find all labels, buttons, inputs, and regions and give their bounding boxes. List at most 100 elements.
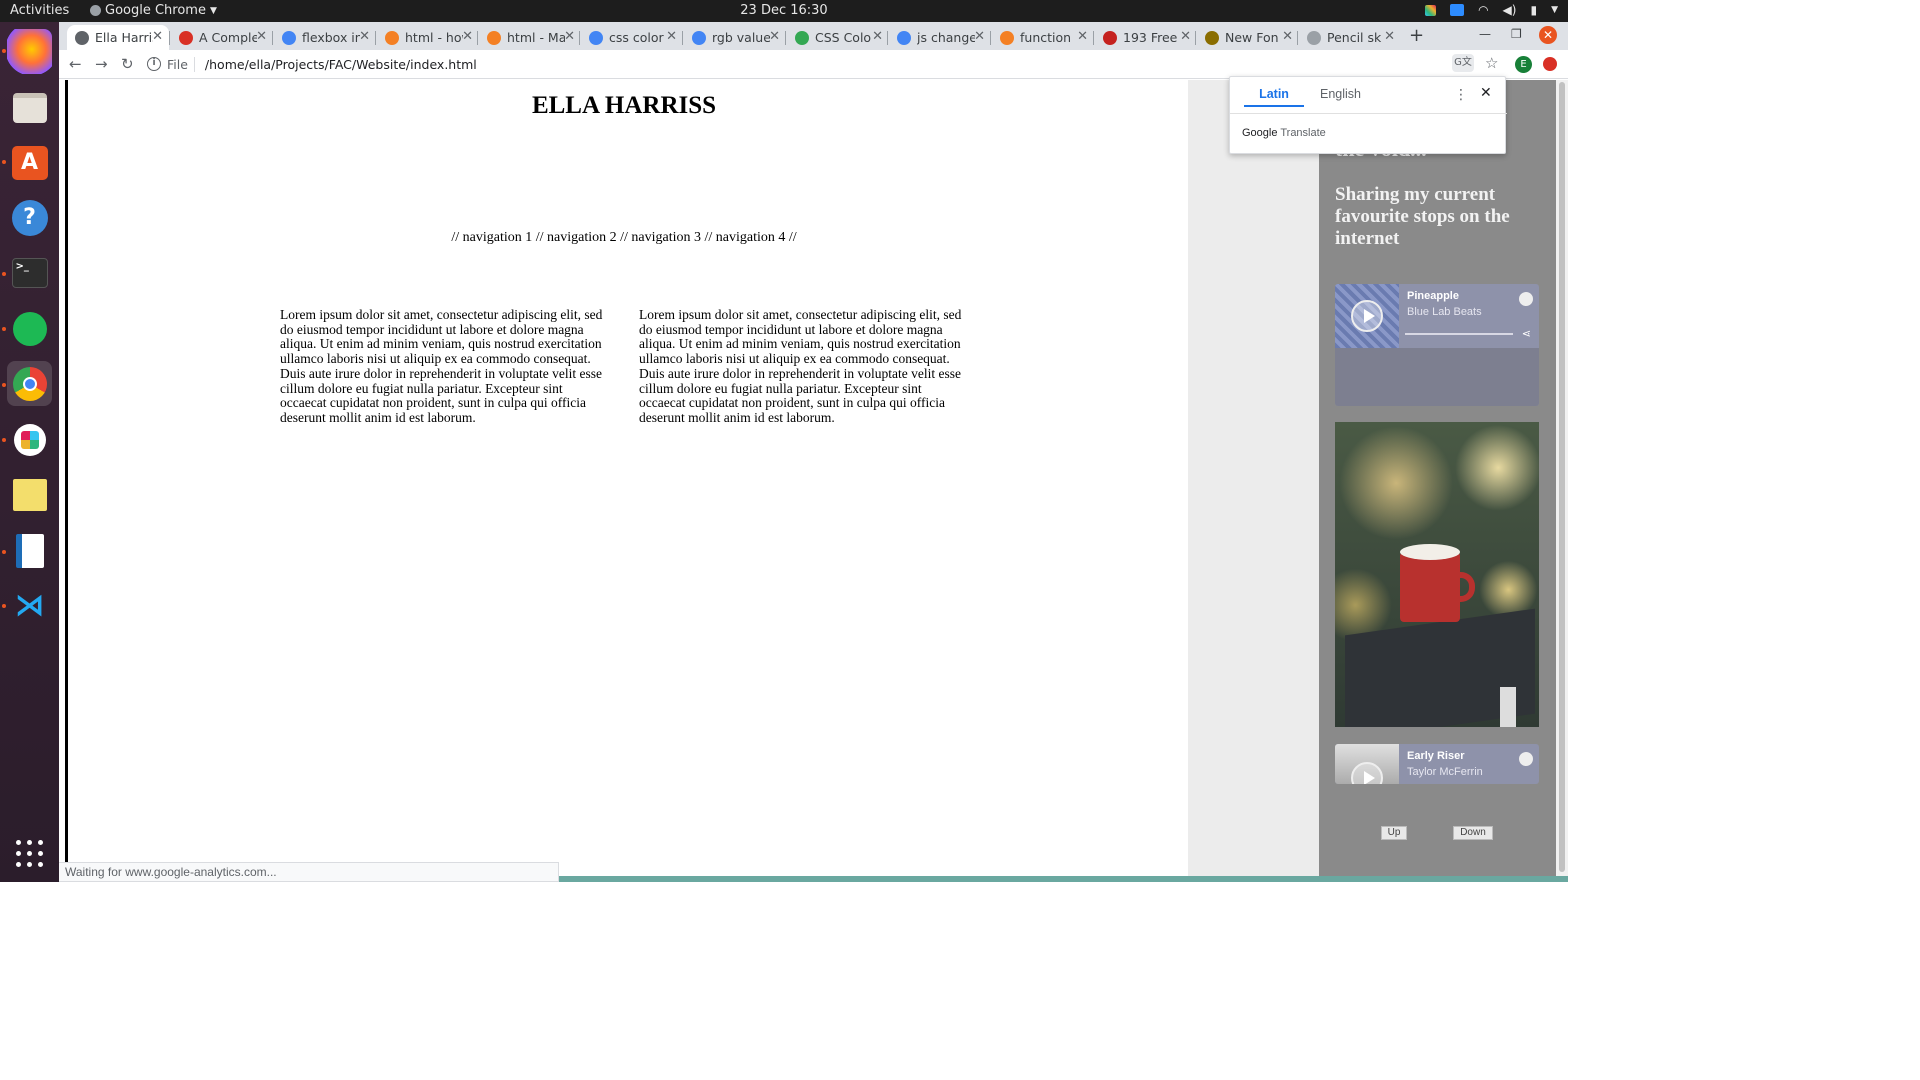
slack-icon[interactable] [7, 417, 52, 462]
clock[interactable]: 23 Dec 16:30 [740, 3, 827, 18]
app-menu-label: Google Chrome [105, 3, 206, 18]
hot-chocolate-photo [1335, 422, 1539, 727]
track-artist[interactable]: Taylor McFerrin [1407, 766, 1483, 778]
tab-close-icon[interactable]: ✕ [1282, 29, 1293, 44]
spotify-logo-icon[interactable] [1519, 292, 1533, 306]
tab-close-icon[interactable]: ✕ [666, 29, 677, 44]
reload-icon[interactable]: ↻ [121, 55, 134, 73]
browser-tab[interactable]: Ella Harriss✕ [67, 25, 169, 50]
page-scrollbar[interactable] [1556, 80, 1568, 882]
progress-bar[interactable] [1405, 333, 1513, 335]
window-close-button[interactable]: ✕ [1539, 26, 1557, 44]
slack-tray-icon[interactable] [1425, 4, 1437, 16]
tab-close-icon[interactable]: ✕ [769, 29, 780, 44]
browser-tab[interactable]: html - Ma ✕ [479, 25, 581, 50]
target-language-tab[interactable]: English [1320, 87, 1361, 101]
forward-arrow-icon[interactable]: → [95, 55, 108, 73]
status-bubble: Waiting for www.google-analytics.com... [59, 862, 559, 882]
tab-separator [1093, 31, 1094, 45]
new-tab-button[interactable]: + [1409, 25, 1424, 46]
system-menu-caret-icon[interactable]: ▼ [1551, 5, 1558, 15]
writer-icon[interactable] [7, 528, 52, 573]
tab-separator [272, 31, 273, 45]
play-icon[interactable] [1351, 300, 1383, 332]
firefox-icon[interactable] [7, 29, 52, 74]
browser-tab[interactable]: html - how✕ [377, 25, 479, 50]
browser-tab[interactable]: js change ✕ [889, 25, 991, 50]
extension-icon[interactable] [1543, 57, 1557, 71]
translate-popup: Latin English ⋮ ✕ Google Translate [1229, 76, 1507, 154]
close-icon[interactable]: ✕ [1480, 85, 1492, 101]
source-language-tab[interactable]: Latin [1244, 87, 1304, 107]
tab-close-icon[interactable]: ✕ [1384, 29, 1395, 44]
app-menu[interactable]: Google Chrome ▼ [90, 3, 217, 18]
browser-tab[interactable]: css color ✕ [581, 25, 683, 50]
bookmark-star-icon[interactable]: ☆ [1485, 54, 1498, 72]
maximize-button[interactable]: ❐ [1511, 27, 1522, 41]
show-applications-icon[interactable] [16, 840, 43, 867]
browser-tab[interactable]: Pencil sk ✕ [1299, 25, 1401, 50]
profile-avatar[interactable]: E [1515, 56, 1532, 73]
tab-close-icon[interactable]: ✕ [872, 29, 883, 44]
help-icon[interactable]: ? [7, 195, 52, 240]
track-title: Pineapple [1407, 290, 1459, 302]
tab-title: A Complete [199, 30, 257, 45]
volume-icon[interactable]: ◀) [1503, 3, 1517, 17]
browser-tab[interactable]: New Fon ✕ [1197, 25, 1299, 50]
spotify-embed[interactable]: Pineapple Blue Lab Beats ⋖ [1335, 284, 1539, 406]
terminal-icon[interactable]: >_ [7, 250, 52, 295]
browser-tab[interactable]: A Complete✕ [171, 25, 273, 50]
google-translate-brand: Google Translate [1242, 127, 1326, 139]
software-center-icon[interactable]: A [7, 140, 52, 185]
tab-favicon-icon [795, 30, 809, 45]
address-bar[interactable]: i File /home/ella/Projects/FAC/Website/i… [147, 52, 1513, 76]
tab-close-icon[interactable]: ✕ [256, 29, 267, 44]
chrome-icon[interactable] [7, 361, 52, 406]
more-options-icon[interactable]: ⋮ [1454, 87, 1468, 103]
track-title: Early Riser [1407, 750, 1465, 762]
tab-favicon-icon [1103, 30, 1117, 45]
tab-close-icon[interactable]: ✕ [564, 29, 575, 44]
tab-close-icon[interactable]: ✕ [1180, 29, 1191, 44]
running-indicator [2, 383, 6, 387]
tab-close-icon[interactable]: ✕ [152, 29, 163, 44]
battery-icon[interactable]: ▮ [1530, 3, 1537, 17]
files-icon[interactable] [7, 85, 52, 130]
caret-down-icon: ▼ [209, 5, 217, 16]
url-text[interactable]: /home/ella/Projects/FAC/Website/index.ht… [205, 57, 477, 72]
tab-close-icon[interactable]: ✕ [462, 29, 473, 44]
browser-tab[interactable]: flexbox in ✕ [274, 25, 376, 50]
content-column-left: Lorem ipsum dolor sit amet, consectetur … [280, 307, 603, 425]
tab-close-icon[interactable]: ✕ [974, 29, 985, 44]
browser-tab[interactable]: CSS Colo ✕ [787, 25, 889, 50]
minimize-button[interactable]: — [1479, 27, 1491, 41]
loading-bar [559, 876, 1568, 882]
tab-title: CSS Colo [815, 30, 872, 45]
browser-tab[interactable]: rgb value ✕ [684, 25, 786, 50]
tab-close-icon[interactable]: ✕ [359, 29, 370, 44]
browser-tab[interactable]: 193 Free ✕ [1095, 25, 1197, 50]
activities-button[interactable]: Activities [10, 3, 69, 18]
scroll-up-button[interactable]: Up [1381, 826, 1407, 840]
wifi-icon[interactable]: ◠ [1478, 3, 1488, 17]
tab-separator [990, 31, 991, 45]
scrollbar-thumb[interactable] [1559, 82, 1565, 872]
spotify-icon[interactable] [7, 306, 52, 351]
tab-favicon-icon [282, 30, 296, 45]
back-arrow-icon[interactable]: ← [69, 55, 82, 73]
browser-tab[interactable]: function ✕ [992, 25, 1094, 50]
translate-icon[interactable]: G文 [1452, 54, 1474, 72]
sticky-notes-icon[interactable] [7, 472, 52, 517]
system-tray[interactable]: ◠ ◀) ▮ ▼ [1425, 3, 1558, 17]
zoom-tray-icon[interactable] [1450, 4, 1465, 16]
share-icon[interactable]: ⋖ [1522, 327, 1531, 340]
spotify-logo-icon[interactable] [1519, 752, 1533, 766]
site-info-icon[interactable]: i [147, 57, 161, 71]
spotify-embed[interactable]: Early Riser Taylor McFerrin [1335, 744, 1539, 784]
track-artist[interactable]: Blue Lab Beats [1407, 306, 1482, 318]
vscode-icon[interactable]: ⋊ [7, 583, 52, 628]
tab-title: rgb value [712, 30, 770, 45]
page-navigation[interactable]: // navigation 1 // navigation 2 // navig… [69, 230, 1179, 246]
scroll-down-button[interactable]: Down [1453, 826, 1493, 840]
tab-close-icon[interactable]: ✕ [1077, 29, 1088, 44]
